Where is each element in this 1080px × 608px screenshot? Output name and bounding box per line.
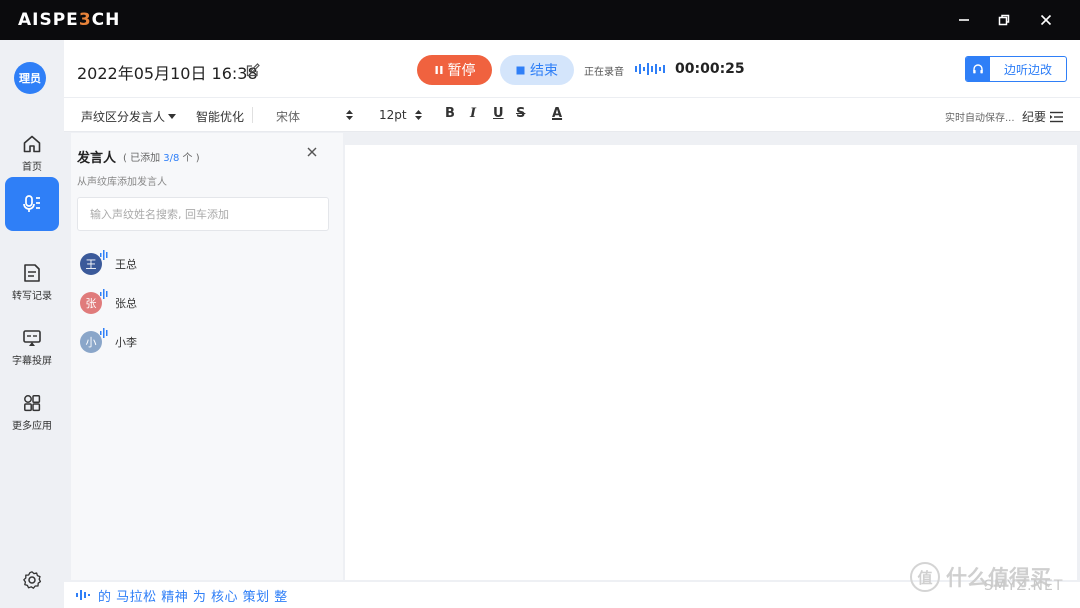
end-button[interactable]: 结束 [500,55,574,85]
headphone-icon [966,57,990,81]
voiceprint-icon [100,289,108,299]
recording-status: 正在录音 [584,67,624,78]
recording-title: 2022年05月10日 16:38 [77,64,258,83]
watermark: 值 什么值得买 SMYZ.NET [910,562,1062,594]
left-nav: 理员 首页 转写记录 字幕投屏 更多应用 [0,40,64,608]
font-size-value: 12pt [379,108,407,122]
header-bar: 2022年05月10日 16:38 暂停 结束 正在录音 00:00:25 边听… [64,40,1080,98]
font-family-value: 宋体 [276,110,301,124]
speaker-count: ( 已添加 3/8 个 ) [123,153,200,164]
summary-button[interactable]: 纪要 [1022,108,1064,125]
font-size-select[interactable]: 12pt [379,108,425,122]
transcript-editor[interactable] [345,145,1077,580]
speaker-item[interactable]: 小 小李 [80,328,137,355]
speaker-item[interactable]: 王 王总 [80,250,137,277]
underline-button[interactable]: U [493,106,504,121]
end-label: 结束 [530,63,558,79]
voiceprint-search-input[interactable] [77,197,329,231]
italic-button[interactable]: I [470,106,476,121]
list-icon [1050,111,1064,122]
speaker-panel: 发言人 ( 已添加 3/8 个 ) 从声纹库添加发言人 王 王总 张 张总 小 … [71,133,343,580]
speaker-avatar: 王 [80,250,108,275]
nav-transcripts[interactable]: 转写记录 [5,255,59,309]
voiceprint-icon [100,328,108,338]
restore-button[interactable] [984,0,1024,40]
speaker-item[interactable]: 张 张总 [80,289,137,316]
nav-recording[interactable] [5,177,59,231]
screen-cast-icon [23,329,41,346]
speaker-avatar: 小 [80,328,108,353]
edit-icon [246,63,260,77]
minimize-button[interactable] [944,0,984,40]
listen-edit-label: 边听边改 [1003,62,1052,77]
edit-title-button[interactable] [246,62,260,81]
speaker-avatar: 张 [80,289,108,314]
autosave-status: 实时自动保存... [945,113,1015,124]
caret-down-icon [168,113,177,119]
title-bar: AISPE3CH [0,0,1080,40]
avatar-text: 理员 [19,72,41,85]
nav-subtitle-cast[interactable]: 字幕投屏 [5,320,59,374]
close-icon [307,147,317,157]
nav-transcripts-label: 转写记录 [12,290,52,302]
toolbar-divider [252,107,253,123]
close-icon [1040,14,1052,26]
speaker-name: 张总 [115,297,137,310]
apps-grid-icon [24,394,41,411]
audio-wave-icon [76,590,90,600]
pause-icon [435,66,442,74]
speaker-name: 小李 [115,336,137,349]
updown-caret-icon [346,110,353,120]
strikethrough-button[interactable]: S [516,106,525,121]
pause-label: 暂停 [447,63,476,79]
close-window-button[interactable] [1026,0,1066,40]
speaker-mode-dropdown[interactable]: 声纹区分发言人 [81,108,177,125]
audio-wave-icon [635,63,665,75]
microphone-icon [23,195,40,212]
speaker-name: 王总 [115,258,137,271]
font-color-button[interactable]: A [552,106,562,121]
nav-more-apps-label: 更多应用 [12,420,52,432]
minimize-icon [959,19,969,21]
nav-subtitle-cast-label: 字幕投屏 [12,355,52,367]
restore-icon [998,14,1010,26]
summary-label: 纪要 [1022,110,1047,124]
live-transcript-text: 的 马拉松 精神 为 核心 策划 整 [98,589,288,605]
nav-home[interactable]: 首页 [5,126,59,180]
watermark-logo-icon: 值 [910,562,940,592]
listen-edit-button[interactable]: 边听边改 [965,56,1067,82]
settings-button[interactable] [5,553,59,607]
nav-more-apps[interactable]: 更多应用 [5,385,59,439]
watermark-site: SMYZ.NET [984,578,1064,594]
smart-optimize-button[interactable]: 智能优化 [196,108,244,125]
font-family-select[interactable]: 宋体 [276,108,356,125]
app-logo: AISPE3CH [18,10,121,30]
recording-timer: 00:00:25 [675,61,745,77]
format-toolbar: 声纹区分发言人 智能优化 宋体 12pt B I U S A 实时自动保存...… [64,98,1080,132]
close-speaker-panel-button[interactable] [307,145,317,161]
updown-caret-icon [415,110,422,120]
speaker-panel-title: 发言人 [77,151,117,166]
voiceprint-icon [100,250,108,260]
pause-button[interactable]: 暂停 [417,55,492,85]
user-avatar[interactable]: 理员 [14,62,46,94]
document-icon [24,263,40,282]
home-icon [23,135,41,152]
gear-icon [23,571,42,589]
stop-icon [516,66,525,74]
speaker-mode-label: 声纹区分发言人 [81,110,166,124]
nav-home-label: 首页 [22,161,42,173]
smart-optimize-label: 智能优化 [196,110,245,124]
speaker-panel-subtitle: 从声纹库添加发言人 [77,177,167,188]
bold-button[interactable]: B [445,106,455,121]
